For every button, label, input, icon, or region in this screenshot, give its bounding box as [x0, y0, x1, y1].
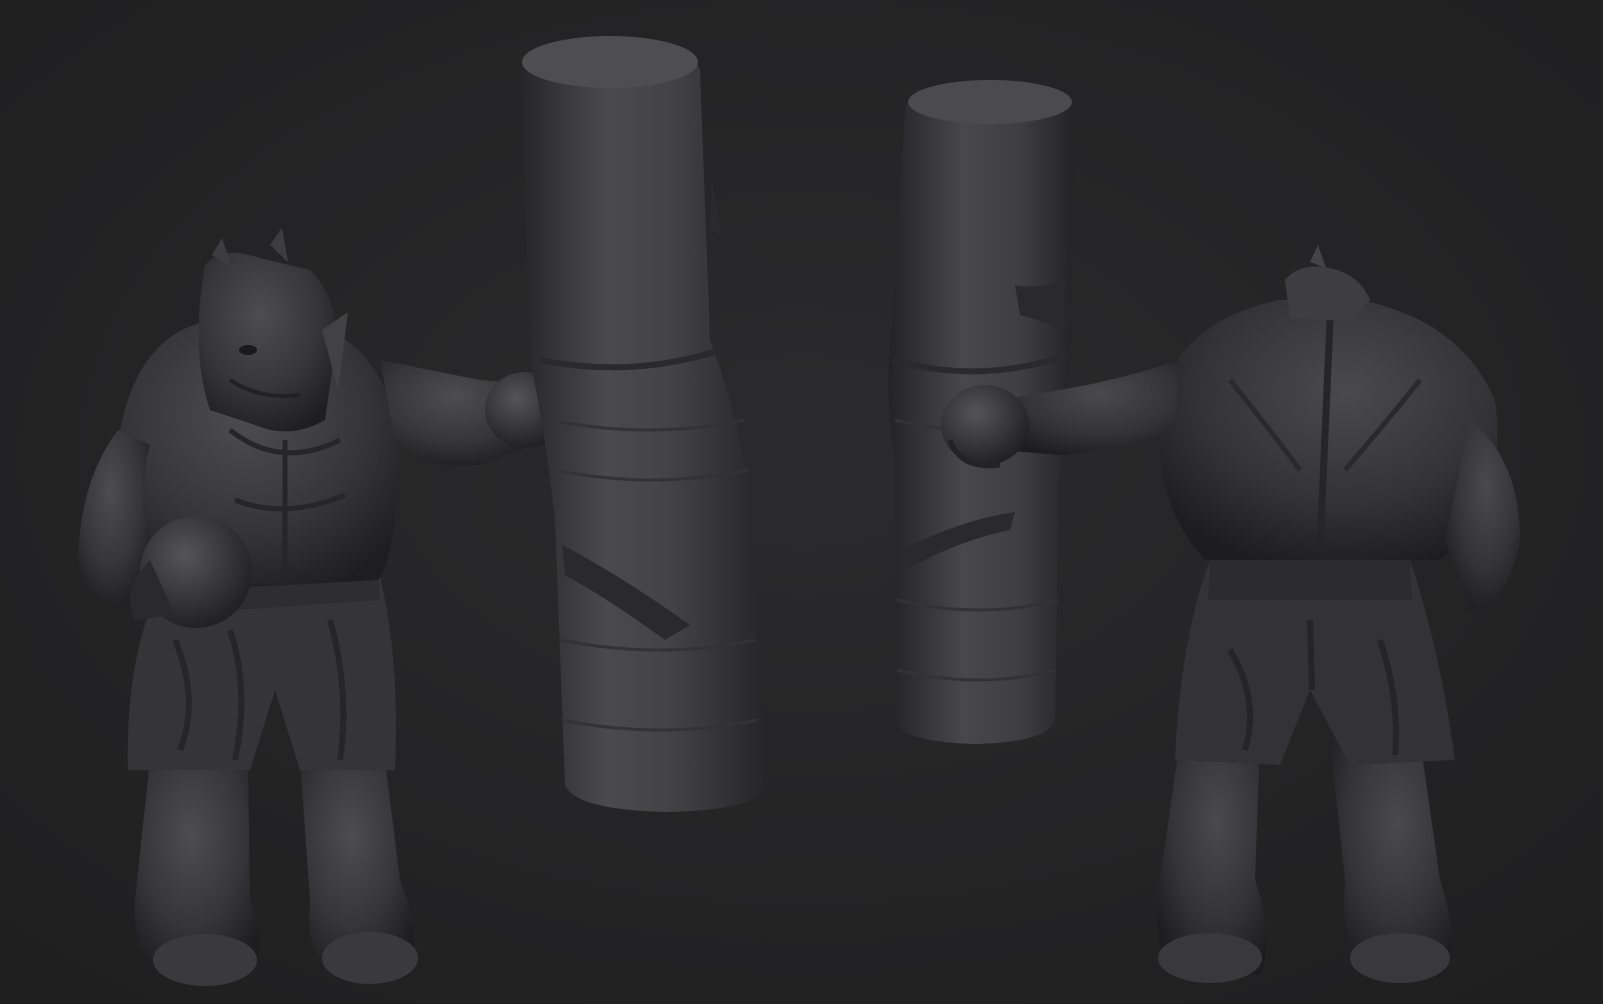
sculpt-render-illustration: [0, 0, 1603, 1004]
sculpt-render-canvas: [0, 0, 1603, 1004]
